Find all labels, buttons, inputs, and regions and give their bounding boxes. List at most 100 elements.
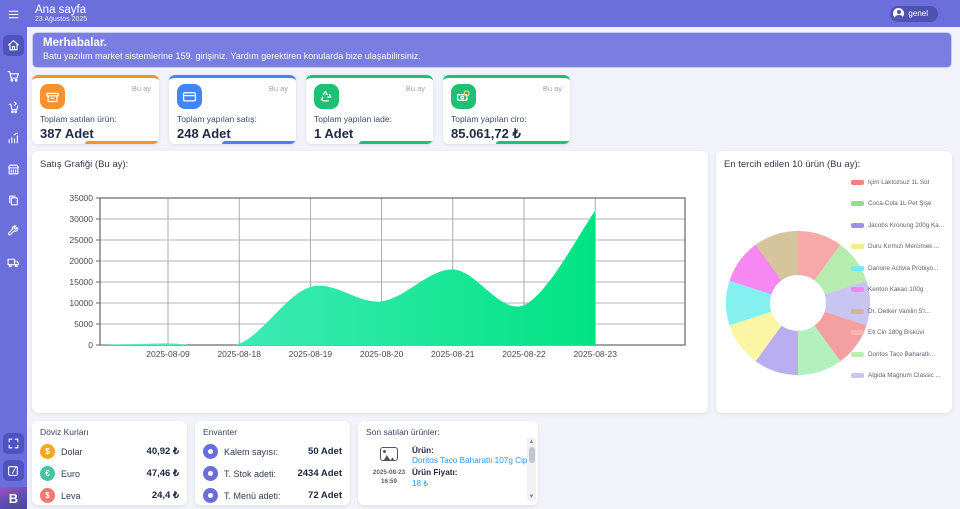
euro-coin-icon: € — [40, 466, 55, 481]
inventory-value: 72 Adet — [308, 490, 342, 501]
top-header: Ana sayfa 23 Ağustos 2025 genel — [27, 0, 960, 27]
dollar-coin-icon: $ — [40, 444, 55, 459]
truck-icon — [7, 256, 20, 269]
price-link[interactable]: 18 ₺ — [412, 478, 532, 488]
sales-chart-title: Satış Grafiği (Bu ay): — [40, 159, 700, 170]
fullscreen-button[interactable] — [3, 433, 24, 454]
svg-text:2025-08-09: 2025-08-09 — [146, 349, 190, 359]
svg-text:2025-08-18: 2025-08-18 — [217, 349, 261, 359]
legend-item[interactable]: Dr. Oetker Vanilin 5'l... — [851, 306, 947, 316]
top10-title: En tercih edilen 10 ürün (Bu ay): — [724, 159, 944, 170]
legend-item[interactable]: Danone Activia Probiyo... — [851, 263, 947, 273]
cart-icon — [7, 70, 20, 83]
leva-coin-icon: $ — [40, 488, 55, 503]
sidebar-item-store[interactable] — [3, 159, 24, 180]
legend-swatch — [851, 266, 864, 271]
menu-icon[interactable] — [3, 4, 24, 25]
legend-swatch — [851, 287, 864, 292]
app-logo[interactable]: B — [0, 487, 27, 509]
svg-text:15000: 15000 — [69, 277, 93, 287]
legend-item[interactable]: Coca-Cola 1L Pet Şişe — [851, 199, 947, 209]
stat-accent-bar — [496, 141, 570, 144]
sales-chart-panel: Satış Grafiği (Bu ay): 05000100001500020… — [32, 151, 708, 413]
sales-area-chart: 050001000015000200002500030000350002025-… — [40, 170, 700, 370]
inventory-title: Envanter — [203, 427, 342, 437]
legend-item[interactable]: Algida Magnum Classic ... — [851, 371, 947, 381]
page-date: 23 Ağustos 2025 — [35, 16, 87, 23]
svg-text:2025-08-20: 2025-08-20 — [360, 349, 404, 359]
legend-label: Doritos Taco Baharatlı... — [868, 351, 935, 358]
stat-card-sales: Bu ay Toplam yapılan satış: 248 Adet — [169, 75, 296, 144]
inventory-row: T. Menü adeti: 72 Adet — [203, 488, 342, 503]
legend-item[interactable]: Eti Cin 180g Bisküvi — [851, 328, 947, 338]
profile-label: genel — [908, 9, 928, 18]
edit-icon — [7, 464, 20, 477]
copy-icon — [7, 194, 20, 207]
legend-item[interactable]: Duru Kırmızı Mercimek ... — [851, 242, 947, 252]
svg-text:0: 0 — [88, 340, 93, 350]
legend-label: İçim Laktozsuz 1L Süt — [868, 179, 929, 186]
profile-button[interactable]: genel — [890, 6, 938, 22]
legend-swatch — [851, 330, 864, 335]
credit-card-icon — [177, 84, 202, 109]
stats-icon — [7, 132, 20, 145]
currency-value: 47,46 ₺ — [147, 468, 179, 479]
page-title: Ana sayfa — [35, 4, 87, 16]
user-avatar-icon — [893, 8, 904, 19]
edit-button[interactable] — [3, 460, 24, 481]
welcome-banner: Merhabalar. Batu yazılım market sistemle… — [32, 32, 952, 68]
stat-card-sold-products: Bu ay Toplam satılan ürün: 387 Adet — [32, 75, 159, 144]
currency-card: Döviz Kurları $ Dolar 40,92 ₺ € Euro 47,… — [32, 421, 187, 505]
currency-title: Döviz Kurları — [40, 427, 179, 437]
stat-label: Toplam yapılan iade: — [314, 114, 425, 124]
bullet-dot-icon — [203, 444, 218, 459]
legend-item[interactable]: İçim Laktozsuz 1L Süt — [851, 177, 947, 187]
stat-card-revenue: Bu ay Toplam yapılan ciro: 85.061,72 ₺ — [443, 75, 570, 144]
sidebar-item-delivery[interactable] — [3, 252, 24, 273]
sidebar: B — [0, 0, 27, 509]
scroll-up-button[interactable]: ▲ — [527, 438, 536, 446]
svg-text:2025-08-21: 2025-08-21 — [431, 349, 475, 359]
inventory-label: Kalem sayısı: — [224, 447, 278, 457]
stat-accent-bar — [85, 141, 159, 144]
recycle-icon — [314, 84, 339, 109]
recent-sales-card: Son satılan ürünler: 2025-08-23 16:59 Ür… — [358, 421, 538, 505]
sidebar-item-returns[interactable] — [3, 97, 24, 118]
scrollbar[interactable]: ▲ ▼ — [527, 438, 536, 501]
svg-text:25000: 25000 — [69, 235, 93, 245]
legend-swatch — [851, 373, 864, 378]
legend-label: Kenton Kakao 100g — [868, 286, 923, 293]
stat-value: 248 Adet — [177, 126, 288, 141]
sidebar-item-documents[interactable] — [3, 190, 24, 211]
legend-label: Danone Activia Probiyo... — [868, 265, 938, 272]
stat-value: 387 Adet — [40, 126, 151, 141]
currency-name: Leva — [61, 491, 81, 501]
legend-label: Algida Magnum Classic ... — [868, 372, 941, 379]
store-icon — [7, 163, 20, 176]
welcome-title: Merhabalar. — [43, 37, 941, 49]
sidebar-item-sales[interactable] — [3, 66, 24, 87]
svg-text:2025-08-22: 2025-08-22 — [502, 349, 546, 359]
inventory-row: T. Stok adeti: 2434 Adet — [203, 466, 342, 481]
legend-item[interactable]: Jacobs Kronung 200g Ka... — [851, 220, 947, 230]
product-link[interactable]: Doritos Taco Baharatlı 107g Cips — [412, 456, 532, 465]
scrollbar-thumb[interactable] — [529, 447, 535, 463]
sidebar-item-home[interactable] — [3, 35, 24, 56]
legend-item[interactable]: Doritos Taco Baharatlı... — [851, 349, 947, 359]
sidebar-item-settings[interactable] — [3, 221, 24, 242]
currency-row-euro: € Euro 47,46 ₺ — [40, 466, 179, 481]
legend-label: Duru Kırmızı Mercimek ... — [868, 243, 939, 250]
product-label: Ürün: — [412, 446, 532, 455]
scroll-down-button[interactable]: ▼ — [527, 493, 536, 501]
inventory-value: 2434 Adet — [297, 468, 342, 479]
legend-item[interactable]: Kenton Kakao 100g — [851, 285, 947, 295]
stat-card-returns: Bu ay Toplam yapılan iade: 1 Adet — [306, 75, 433, 144]
svg-text:5000: 5000 — [74, 319, 93, 329]
sidebar-item-statistics[interactable] — [3, 128, 24, 149]
legend-swatch — [851, 223, 864, 228]
legend-swatch — [851, 180, 864, 185]
main-content: Merhabalar. Batu yazılım market sistemle… — [27, 27, 960, 509]
product-image-icon — [380, 447, 398, 461]
top10-legend: İçim Laktozsuz 1L Süt Coca-Cola 1L Pet Şi… — [851, 177, 947, 392]
currency-value: 24,4 ₺ — [152, 490, 179, 501]
